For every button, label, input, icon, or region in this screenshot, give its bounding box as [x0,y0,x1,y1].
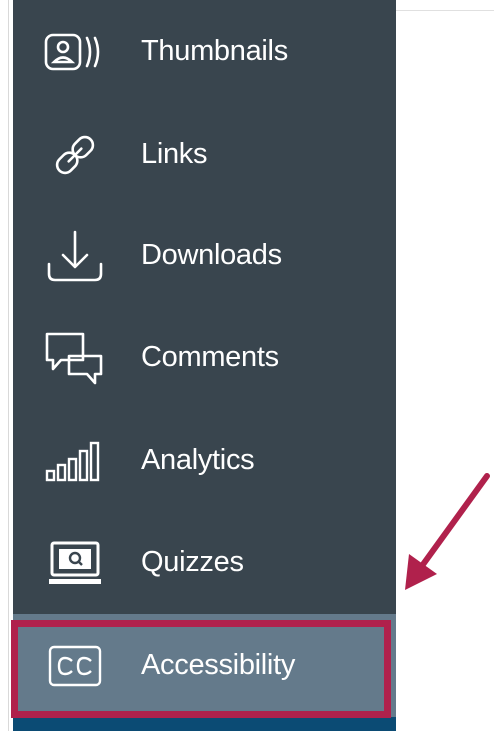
sidebar-bottom-bar [13,717,396,731]
sidebar-item-label: Analytics [141,444,255,476]
download-icon [43,224,107,288]
sidebar-item-label: Quizzes [141,546,244,578]
highlight-box [11,620,391,718]
sidebar-item-quizzes[interactable]: Quizzes [13,511,396,614]
comments-icon [43,326,107,390]
quiz-icon [43,531,107,595]
analytics-icon [43,429,107,493]
sidebar-item-label: Thumbnails [141,35,288,67]
sidebar-item-comments[interactable]: Comments [13,306,396,409]
arrow-pointer-icon [395,470,494,595]
page-edge [0,0,9,731]
sidebar-item-thumbnails[interactable]: Thumbnails [13,0,396,103]
sidebar-item-links[interactable]: Links [13,103,396,206]
thumbnails-icon [43,20,107,84]
sidebar-item-analytics[interactable]: Analytics [13,409,396,512]
divider [396,10,494,11]
sidebar-item-downloads[interactable]: Downloads [13,204,396,307]
link-icon [43,123,107,187]
sidebar-item-label: Downloads [141,239,282,271]
sidebar-item-label: Links [141,138,208,170]
sidebar-item-label: Comments [141,341,279,373]
